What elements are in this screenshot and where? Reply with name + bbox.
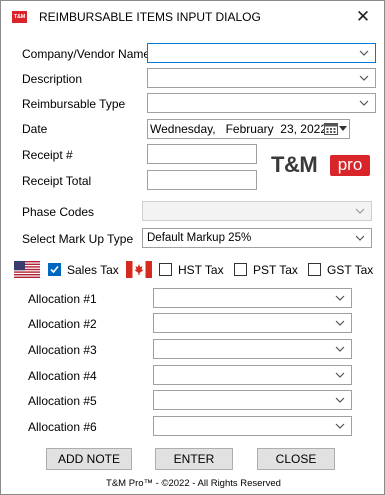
chevron-down-icon (335, 320, 345, 326)
close-button[interactable]: CLOSE (257, 448, 335, 470)
allocation-label: Allocation #3 (28, 343, 97, 357)
close-window-button[interactable]: ✕ (352, 6, 374, 28)
date-value: Wednesday, February 23, 2022 (150, 122, 327, 136)
title-bar: T&M REIMBURSABLE ITEMS INPUT DIALOG ✕ (1, 1, 384, 33)
allocation-label: Allocation #2 (28, 317, 97, 331)
chevron-down-icon (359, 75, 369, 81)
chevron-down-icon (355, 235, 365, 241)
allocation-label: Allocation #5 (28, 394, 97, 408)
logo-pro-text: pro (330, 155, 370, 176)
receipt-total-label: Receipt Total (22, 174, 92, 188)
dropdown-arrow-icon[interactable] (339, 126, 347, 132)
add-note-button[interactable]: ADD NOTE (46, 448, 132, 470)
allocation-label: Allocation #1 (28, 292, 97, 306)
sales-tax-checkbox[interactable] (48, 263, 61, 276)
sales-tax-label: Sales Tax (67, 263, 119, 277)
receipt-number-label: Receipt # (22, 148, 73, 162)
markup-type-combobox[interactable]: Default Markup 25% (142, 228, 372, 248)
company-label: Company/Vendor Name (22, 47, 151, 61)
chevron-down-icon (355, 208, 365, 214)
pst-tax-label: PST Tax (253, 263, 298, 277)
chevron-down-icon (335, 423, 345, 429)
allocation-5-combobox[interactable] (153, 390, 352, 410)
receipt-number-input[interactable] (147, 144, 257, 164)
allocation-label: Allocation #4 (28, 369, 97, 383)
company-combobox[interactable] (147, 43, 376, 63)
receipt-total-input[interactable] (147, 170, 257, 190)
pst-tax-checkbox[interactable] (234, 263, 247, 276)
date-picker[interactable]: Wednesday, February 23, 2022 (147, 119, 350, 139)
allocation-label: Allocation #6 (28, 420, 97, 434)
calendar-icon[interactable] (324, 123, 338, 135)
allocation-6-combobox[interactable] (153, 416, 352, 436)
enter-button[interactable]: ENTER (155, 448, 233, 470)
chevron-down-icon (335, 372, 345, 378)
phase-codes-label: Phase Codes (22, 205, 95, 219)
markup-type-label: Select Mark Up Type (22, 232, 134, 246)
chevron-down-icon (359, 100, 369, 106)
hst-tax-checkbox[interactable] (159, 263, 172, 276)
chevron-down-icon (359, 50, 369, 56)
logo-tm-text: T&M (271, 152, 318, 177)
chevron-down-icon (335, 397, 345, 403)
description-label: Description (22, 72, 83, 86)
copyright-footer: T&M Pro™ - ©2022 - All Rights Reserved (106, 478, 281, 489)
chevron-down-icon (335, 295, 345, 301)
dialog-window: T&M REIMBURSABLE ITEMS INPUT DIALOG ✕ Co… (0, 0, 385, 495)
description-combobox[interactable] (147, 68, 376, 88)
allocation-1-combobox[interactable] (153, 288, 352, 308)
reimbursable-type-label: Reimbursable Type (22, 97, 126, 111)
allocation-2-combobox[interactable] (153, 313, 352, 333)
date-label: Date (22, 122, 48, 136)
allocation-4-combobox[interactable] (153, 365, 352, 385)
phase-codes-combobox[interactable] (142, 201, 372, 221)
chevron-down-icon (335, 346, 345, 352)
markup-type-value: Default Markup 25% (147, 232, 252, 244)
allocation-3-combobox[interactable] (153, 339, 352, 359)
gst-tax-label: GST Tax (327, 263, 374, 277)
hst-tax-label: HST Tax (178, 263, 224, 277)
canada-flag-icon (126, 261, 152, 278)
window-title: REIMBURSABLE ITEMS INPUT DIALOG (39, 10, 261, 24)
reimbursable-type-combobox[interactable] (147, 93, 376, 113)
checkmark-icon (50, 265, 59, 274)
us-flag-icon (14, 261, 40, 278)
app-logo-icon: T&M (12, 11, 27, 23)
gst-tax-checkbox[interactable] (308, 263, 321, 276)
